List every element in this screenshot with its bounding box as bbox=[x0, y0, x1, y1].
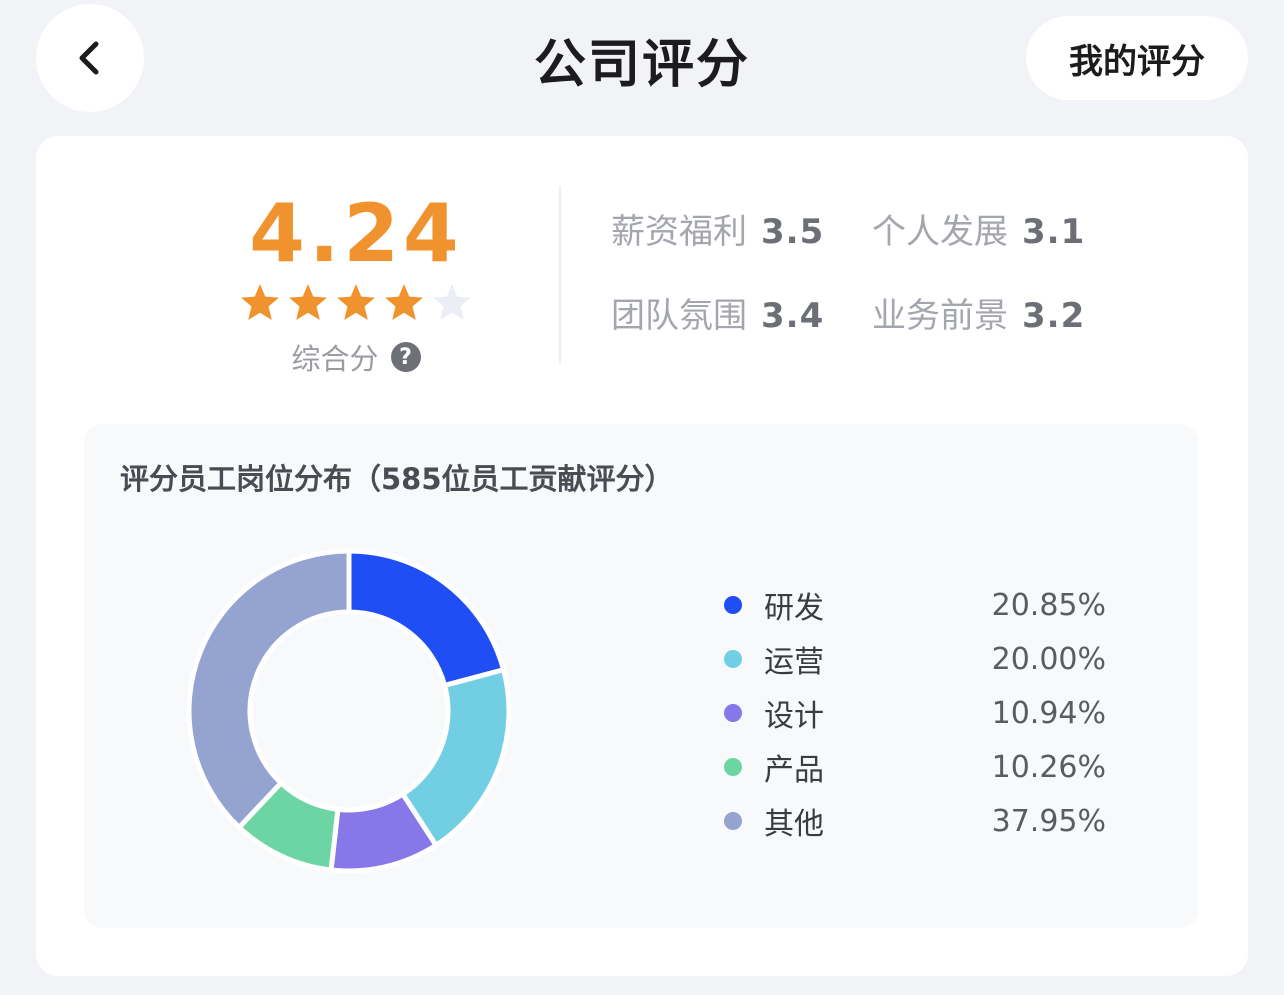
distribution-panel: 评分员工岗位分布（585位员工贡献评分） 研发 20.85% 运营 20.00% 设计 1… bbox=[84, 424, 1198, 928]
distribution-title: 评分员工岗位分布（585位员工贡献评分） bbox=[120, 462, 674, 496]
legend-item: 研发 20.85% bbox=[724, 578, 1106, 632]
overall-score-block: 4.24 综合分 ? bbox=[226, 186, 486, 378]
rating-card: 4.24 综合分 ? 薪资福利 3.5 个人发展 3.1 团队氛围 3.4 业务前景 3… bbox=[36, 136, 1248, 976]
sub-score-name: 团队氛围 bbox=[611, 296, 747, 336]
help-icon[interactable]: ? bbox=[390, 342, 421, 372]
legend-dot bbox=[724, 596, 742, 614]
legend-item: 设计 10.94% bbox=[724, 686, 1106, 740]
donut-slice[interactable] bbox=[186, 548, 352, 830]
sub-score-value: 3.2 bbox=[1022, 296, 1086, 336]
sub-score-value: 3.5 bbox=[761, 212, 825, 252]
sub-score-name: 薪资福利 bbox=[611, 212, 747, 252]
legend-dot bbox=[724, 812, 742, 830]
sub-score-growth: 个人发展 3.1 bbox=[872, 204, 1085, 253]
legend-value: 20.00% bbox=[991, 641, 1106, 677]
sub-score-team: 团队氛围 3.4 bbox=[611, 288, 824, 337]
sub-score-salary: 薪资福利 3.5 bbox=[611, 204, 824, 253]
star-filled-icon bbox=[385, 284, 423, 320]
star-empty-icon bbox=[433, 284, 471, 320]
legend-label: 研发 bbox=[764, 591, 824, 626]
my-rating-button[interactable]: 我的评分 bbox=[1026, 16, 1248, 100]
legend-label: 设计 bbox=[764, 699, 824, 734]
donut-chart bbox=[186, 548, 512, 874]
legend-dot bbox=[724, 758, 742, 776]
donut-slice[interactable] bbox=[346, 548, 507, 688]
legend-label: 运营 bbox=[764, 645, 824, 680]
overall-label-row: 综合分 ? bbox=[226, 336, 486, 378]
vertical-divider bbox=[559, 186, 561, 364]
sub-score-name: 业务前景 bbox=[872, 296, 1008, 336]
legend-value: 10.94% bbox=[991, 695, 1106, 731]
legend-item: 产品 10.26% bbox=[724, 740, 1106, 794]
sub-score-value: 3.4 bbox=[761, 296, 825, 336]
legend-value: 10.26% bbox=[991, 749, 1106, 785]
legend-label: 产品 bbox=[764, 753, 824, 788]
legend-dot bbox=[724, 704, 742, 722]
sub-score-outlook: 业务前景 3.2 bbox=[872, 288, 1085, 337]
star-filled-icon bbox=[337, 284, 375, 320]
overall-score: 4.24 bbox=[249, 187, 463, 280]
legend-label: 其他 bbox=[764, 807, 824, 842]
star-rating bbox=[226, 282, 486, 324]
chart-legend: 研发 20.85% 运营 20.00% 设计 10.94% 产品 10.26% 其他 37.95% bbox=[724, 578, 1106, 848]
legend-item: 其他 37.95% bbox=[724, 794, 1106, 848]
legend-dot bbox=[724, 650, 742, 668]
legend-value: 20.85% bbox=[991, 587, 1106, 623]
sub-score-name: 个人发展 bbox=[872, 212, 1008, 252]
sub-score-value: 3.1 bbox=[1022, 212, 1086, 252]
star-filled-icon bbox=[241, 284, 279, 320]
overall-label: 综合分 bbox=[291, 342, 379, 376]
legend-item: 运营 20.00% bbox=[724, 632, 1106, 686]
legend-value: 37.95% bbox=[991, 803, 1106, 839]
star-filled-icon bbox=[289, 284, 327, 320]
